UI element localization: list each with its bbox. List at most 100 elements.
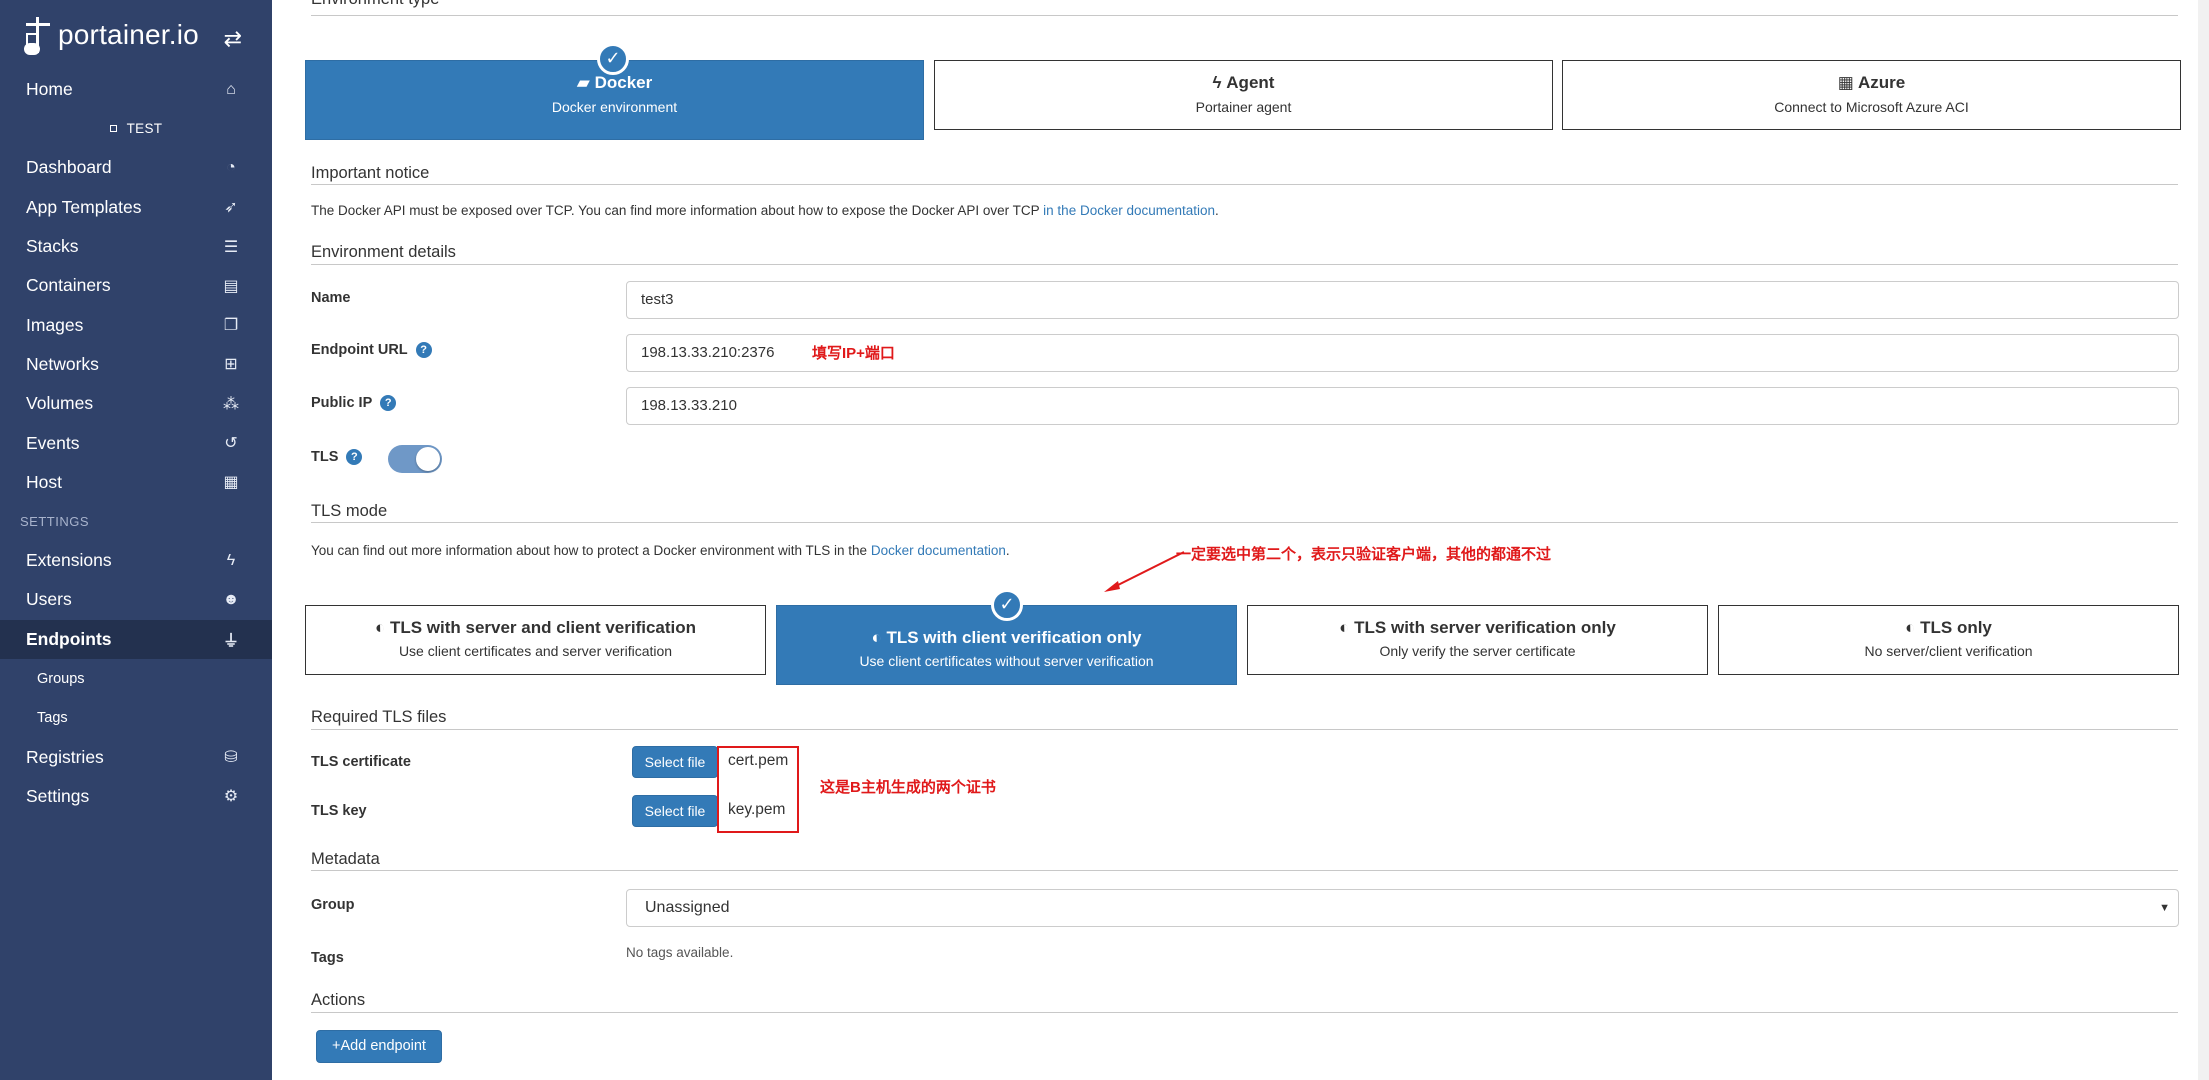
logo-text: portainer.io	[58, 19, 199, 50]
env-type-azure-card[interactable]: ▦ Azure Connect to Microsoft Azure ACI	[1562, 60, 2181, 130]
section-divider	[311, 184, 2178, 185]
notice-text: The Docker API must be exposed over TCP.…	[311, 203, 1219, 218]
sidebar-item-app-templates[interactable]: App Templates ➶	[0, 188, 272, 227]
question-circle-icon[interactable]: ?	[346, 449, 363, 465]
sidebar-item-groups[interactable]: Groups	[0, 659, 272, 698]
name-label: Name	[311, 290, 351, 306]
sidebar-item-label: Endpoints	[26, 628, 112, 649]
sidebar-item-containers[interactable]: Containers ▤	[0, 266, 272, 305]
th-icon: ▦	[223, 474, 239, 492]
main-content: Environment type ▰ Docker Docker environ…	[286, 0, 2198, 1080]
sidebar-item-tags[interactable]: Tags	[0, 698, 272, 737]
section-divider	[311, 1012, 2178, 1013]
server-icon: ▤	[223, 277, 239, 295]
sidebar-item-dashboard[interactable]: Dashboard ◔	[0, 148, 272, 187]
select-key-file-button[interactable]: Select file	[632, 795, 718, 827]
question-circle-icon[interactable]: ?	[415, 342, 432, 358]
tls-certificate-label: TLS certificate	[311, 754, 411, 770]
section-title-important-notice: Important notice	[311, 164, 430, 182]
sidebar-item-host[interactable]: Host ▦	[0, 463, 272, 502]
section-divider	[311, 15, 2178, 16]
shield-icon: ◐	[374, 618, 390, 637]
tls-label: TLS?	[311, 449, 363, 465]
tags-label: Tags	[311, 950, 344, 966]
plus-icon: +	[332, 1038, 341, 1054]
sidebar-item-registries[interactable]: Registries ⛁	[0, 737, 272, 776]
tls-toggle[interactable]	[388, 445, 442, 473]
tachometer-icon: ◔	[226, 158, 236, 176]
shield-icon: ◐	[1905, 618, 1921, 637]
sidebar-item-label: Registries	[26, 746, 104, 767]
tls-files-annotation: 这是B主机生成的两个证书	[820, 779, 996, 796]
section-divider	[311, 522, 2178, 523]
logo-row: portainer.io ⇄	[0, 0, 272, 70]
select-cert-file-button[interactable]: Select file	[632, 746, 718, 778]
section-title-metadata: Metadata	[311, 850, 380, 868]
windows-icon: ▦	[1837, 73, 1858, 92]
sidebar-section-settings: SETTINGS	[20, 513, 90, 529]
clone-icon: ❐	[223, 317, 239, 335]
sidebar-environment-name: TEST	[0, 109, 272, 148]
docker-docs-link[interactable]: Docker documentation	[871, 543, 1006, 558]
sidebar-item-label: Host	[26, 471, 62, 492]
tls-mode-server-only-card[interactable]: ◐ TLS with server verification only Only…	[1247, 605, 1708, 675]
section-divider	[311, 870, 2178, 871]
tls-mode-server-client-card[interactable]: ◐ TLS with server and client verificatio…	[305, 605, 766, 675]
name-input[interactable]: test3	[626, 281, 2179, 319]
sidebar-item-home[interactable]: Home ⌂	[0, 70, 272, 109]
tls-mode-annotation: 一定要选中第二个，表示只验证客户端，其他的都通不过	[1176, 546, 1552, 563]
sidebar-item-label: Volumes	[26, 393, 94, 414]
shield-icon: ◐	[1339, 618, 1355, 637]
toggle-knob	[416, 447, 440, 471]
sidebar: portainer.io ⇄ Home ⌂ TEST Dashboard ◔ A…	[0, 0, 272, 1080]
sidebar-item-events[interactable]: Events ↺	[0, 423, 272, 462]
sitemap-icon: ⊞	[224, 356, 238, 374]
sidebar-item-label: Networks	[26, 353, 99, 374]
check-icon: ✓	[597, 43, 629, 75]
section-divider	[311, 264, 2178, 265]
annotation-arrow-icon	[1104, 551, 1185, 592]
sidebar-item-label: Settings	[26, 785, 90, 806]
sidebar-item-label: Events	[26, 432, 80, 453]
sidebar-item-extensions[interactable]: Extensions ϟ	[0, 541, 272, 580]
plug-icon: ⏚	[222, 633, 239, 651]
portainer-logo-icon	[24, 15, 52, 55]
section-title-actions: Actions	[311, 991, 366, 1009]
question-circle-icon[interactable]: ?	[380, 395, 397, 411]
tags-empty-text: No tags available.	[626, 945, 734, 960]
tls-mode-notice: You can find out more information about …	[311, 543, 1010, 558]
bolt-icon: ϟ	[1212, 73, 1227, 92]
users-icon: ☻	[222, 590, 240, 608]
home-icon: ⌂	[226, 80, 236, 98]
sidebar-item-endpoints[interactable]: Endpoints ⏚	[0, 619, 272, 659]
group-label: Group	[311, 897, 355, 913]
add-endpoint-button[interactable]: +Add endpoint	[316, 1030, 442, 1063]
sidebar-item-settings[interactable]: Settings ⚙	[0, 777, 272, 816]
sidebar-item-networks[interactable]: Networks ⊞	[0, 345, 272, 384]
history-icon: ↺	[224, 435, 238, 453]
sidebar-item-stacks[interactable]: Stacks ☰	[0, 227, 272, 266]
group-select[interactable]: Unassigned ▼	[626, 889, 2179, 927]
th-list-icon: ☰	[223, 238, 239, 256]
sidebar-item-users[interactable]: Users ☻	[0, 580, 272, 619]
section-title-tls-mode: TLS mode	[311, 502, 388, 520]
sidebar-item-label: Extensions	[26, 550, 112, 571]
sidebar-item-images[interactable]: Images ❐	[0, 305, 272, 344]
cubes-icon: ⁂	[223, 395, 239, 413]
public-ip-input[interactable]: 198.13.33.210	[626, 387, 2179, 425]
database-icon: ⛁	[224, 749, 238, 767]
docker-whale-icon: ▰	[576, 73, 595, 92]
docker-docs-link[interactable]: in the Docker documentation	[1043, 203, 1215, 218]
tls-mode-tls-only-card[interactable]: ◐ TLS only No server/client verification	[1718, 605, 2179, 675]
swap-arrows-icon[interactable]: ⇄	[224, 26, 242, 52]
sidebar-item-label: App Templates	[26, 196, 142, 217]
sidebar-item-label: Containers	[26, 275, 111, 296]
env-type-agent-card[interactable]: ϟ Agent Portainer agent	[934, 60, 1553, 130]
page-scrollbar[interactable]	[2198, 0, 2209, 1080]
sidebar-item-volumes[interactable]: Volumes ⁂	[0, 384, 272, 423]
shield-icon: ◐	[871, 628, 887, 647]
cogs-icon: ⚙	[223, 788, 239, 806]
sidebar-item-label: Home	[26, 79, 73, 100]
url-annotation: 填写IP+端口	[812, 345, 895, 362]
check-icon: ✓	[991, 589, 1023, 621]
